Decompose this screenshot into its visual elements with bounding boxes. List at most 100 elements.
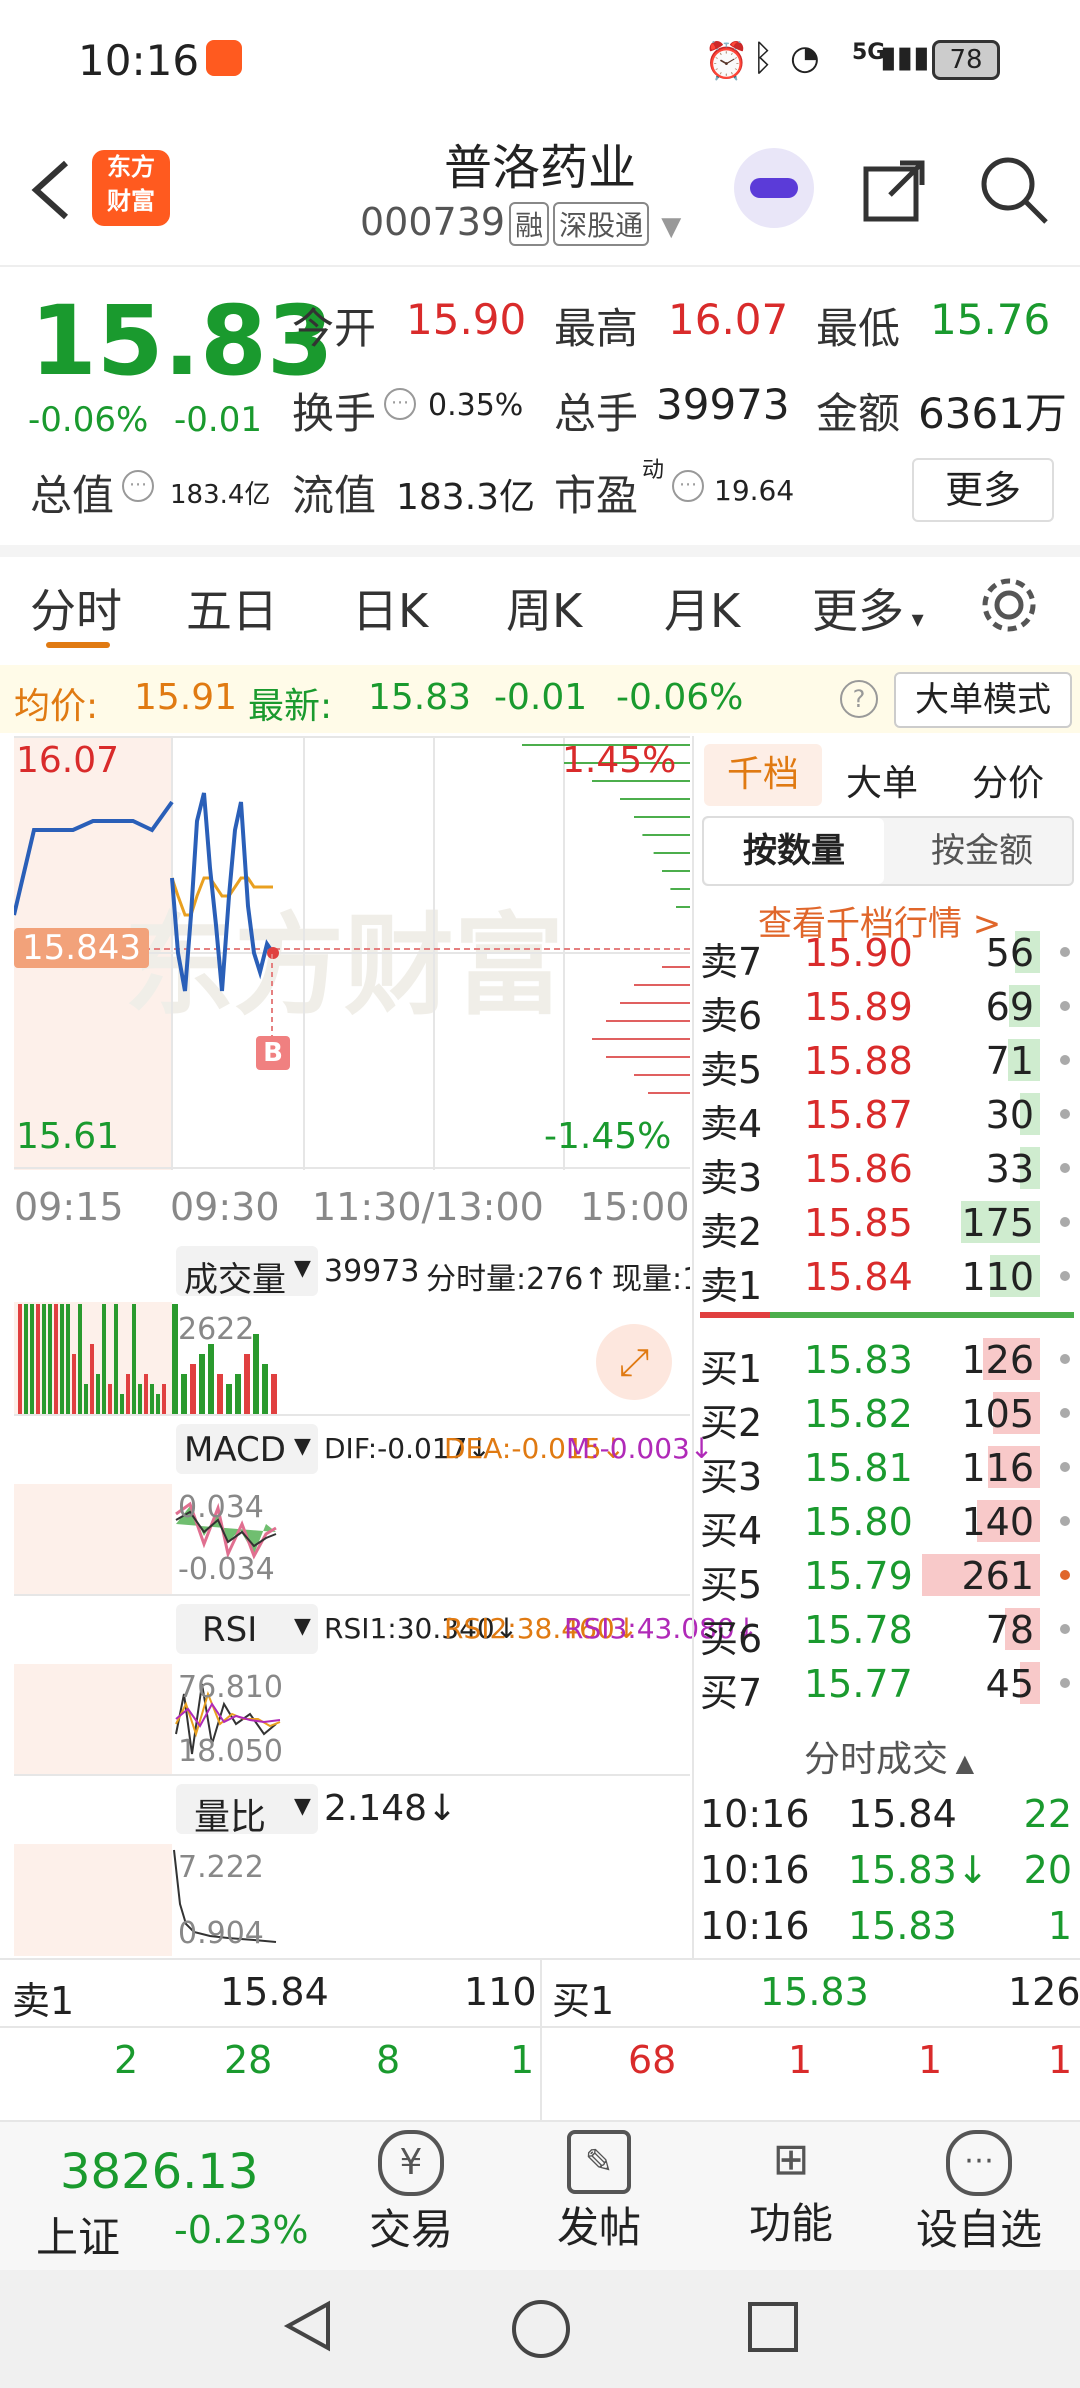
share-button[interactable] [860, 155, 930, 229]
ob-tab-fenjia[interactable]: 分价 [972, 754, 1044, 806]
volume-bar [84, 1384, 88, 1414]
row-label: 买6 [700, 1617, 763, 1661]
volume-bar [36, 1304, 40, 1414]
search-button[interactable] [976, 152, 1052, 232]
change-pct: -0.06% [28, 400, 149, 440]
intraday-chart[interactable]: 东方财富 16.07 15.61 15.843 1.45% -1.45% B [14, 736, 690, 1170]
volume-bar [54, 1304, 58, 1414]
panel-divider [692, 736, 694, 1958]
row-price: 15.77 [804, 1662, 913, 1706]
nav-function[interactable]: ⊞ 功能 [736, 2130, 846, 2251]
sys-back-button[interactable] [280, 2298, 336, 2358]
bid-row[interactable]: 买4 15.80 140 [700, 1494, 1080, 1553]
row-volume: 261 [961, 1554, 1034, 1598]
ask-row[interactable]: 卖6 15.89 69 [700, 979, 1080, 1038]
volume-bar [60, 1304, 64, 1414]
row-label: 买1 [700, 1347, 763, 1391]
bid-row[interactable]: 买7 15.77 45 [700, 1656, 1080, 1715]
bid-row[interactable]: 买5 15.79 261 [700, 1548, 1080, 1607]
volume-bar [114, 1304, 118, 1414]
robot-avatar[interactable] [734, 148, 814, 228]
info-icon[interactable]: ⋯ [384, 388, 416, 420]
bid-row[interactable]: 买6 15.78 78 [700, 1602, 1080, 1661]
volume-bar [48, 1304, 52, 1414]
index-ticker[interactable]: 3826.13 上证 -0.23% [30, 2140, 330, 2262]
trade-volume: 22 [1023, 1792, 1072, 1836]
row-label: 买4 [700, 1509, 763, 1553]
lb-line [173, 1849, 277, 1943]
volume-bar [132, 1304, 136, 1414]
more-circle-icon: ⋯ [946, 2130, 1012, 2196]
ask-row[interactable]: 卖2 15.85 175 [700, 1195, 1080, 1254]
more-button[interactable]: 更多 [912, 458, 1054, 522]
row-label: 卖1 [700, 1264, 763, 1308]
tab-fenshi[interactable]: 分时 [30, 575, 122, 641]
row-volume: 69 [985, 985, 1034, 1029]
row-price: 15.87 [804, 1093, 913, 1137]
ask-row[interactable]: 卖7 15.90 56 [700, 925, 1080, 984]
expand-button[interactable]: ⤢ [596, 1324, 672, 1400]
avg-price-line [170, 876, 273, 917]
bid-row[interactable]: 买3 15.81 116 [700, 1440, 1080, 1499]
row-dot [1060, 1462, 1070, 1472]
tab-rik[interactable]: 日K [352, 575, 428, 641]
trade-time: 10:16 [700, 1904, 810, 1948]
row-dot [1060, 1217, 1070, 1227]
row-dot [1060, 1271, 1070, 1281]
stock-code-row[interactable]: 000739 融深股通 ▼ [360, 200, 681, 246]
ob-tab-dadan[interactable]: 大单 [846, 754, 918, 806]
trades-header[interactable]: 分时成交 ▲ [804, 1730, 974, 1782]
open-label: 今开 [292, 304, 377, 353]
nav-trade-label: 交易 [368, 2205, 453, 2254]
info-icon[interactable]: ⋯ [672, 470, 704, 502]
ask-row[interactable]: 卖1 15.84 110 [700, 1249, 1080, 1308]
clock: 10:16 [78, 36, 200, 85]
tab-yuek[interactable]: 月K [664, 575, 740, 641]
rsi-selector[interactable]: RSI ▼ [176, 1604, 318, 1654]
ob-sub-by-qty[interactable]: 按数量 [704, 818, 884, 884]
bid-row[interactable]: 买2 15.82 105 [700, 1386, 1080, 1445]
tab-zhouk[interactable]: 周K [506, 575, 582, 641]
buy-marker[interactable]: B [256, 1036, 290, 1070]
tab-wuri[interactable]: 五日 [186, 575, 278, 641]
caret-up-icon: ▲ [948, 1749, 975, 1777]
buy-queue-4: 1 [1048, 2038, 1073, 2082]
info-icon[interactable]: ⋯ [122, 470, 154, 502]
volume-bar [30, 1304, 34, 1414]
nav-post[interactable]: ✎ 发帖 [544, 2130, 654, 2255]
volume-bar [126, 1374, 130, 1414]
settings-button[interactable] [978, 574, 1040, 640]
ask-row[interactable]: 卖5 15.88 71 [700, 1033, 1080, 1092]
avg-label: 均价: [14, 686, 99, 727]
nav-trade[interactable]: ¥ 交易 [356, 2130, 466, 2257]
volume-bar [235, 1374, 241, 1414]
lb-selector[interactable]: 量比 ▼ [176, 1784, 318, 1838]
wifi-icon: ◔ [790, 38, 820, 78]
row-volume: 71 [985, 1039, 1034, 1083]
rsi-chart: 76.810 18.050 [14, 1664, 690, 1776]
float-value: 183.3亿 [396, 477, 536, 518]
trades-title: 分时成交 [804, 1739, 949, 1780]
bigorder-mode-button[interactable]: 大单模式 [894, 672, 1072, 728]
nav-add-watch[interactable]: ⋯ 设自选 [904, 2130, 1054, 2257]
macd-selector[interactable]: MACD ▼ [176, 1424, 318, 1474]
trade-time: 10:16 [700, 1792, 810, 1836]
tab-more[interactable]: 更多 ▾ [812, 575, 924, 641]
sell1-vol: 110 [464, 1970, 537, 2014]
pe-label: 市盈 [554, 471, 639, 520]
ask-row[interactable]: 卖4 15.87 30 [700, 1087, 1080, 1146]
volume-selector[interactable]: 成交量 ▼ [176, 1246, 318, 1300]
row-dot [1060, 1408, 1070, 1418]
volume-bar [244, 1354, 250, 1414]
volume-bar [156, 1394, 160, 1414]
sys-home-button[interactable] [512, 2300, 570, 2358]
ask-row[interactable]: 卖3 15.86 33 [700, 1141, 1080, 1200]
help-icon[interactable]: ? [840, 680, 878, 718]
sys-recents-button[interactable] [748, 2302, 798, 2352]
row-label: 卖7 [700, 940, 763, 984]
ob-tab-qiandang[interactable]: 千档 [704, 744, 822, 806]
ob-sub-by-amount[interactable]: 按金额 [892, 818, 1072, 884]
row-volume: 105 [961, 1392, 1034, 1436]
bid-row[interactable]: 买1 15.83 126 [700, 1332, 1080, 1391]
triangle-back-icon [283, 2300, 330, 2352]
